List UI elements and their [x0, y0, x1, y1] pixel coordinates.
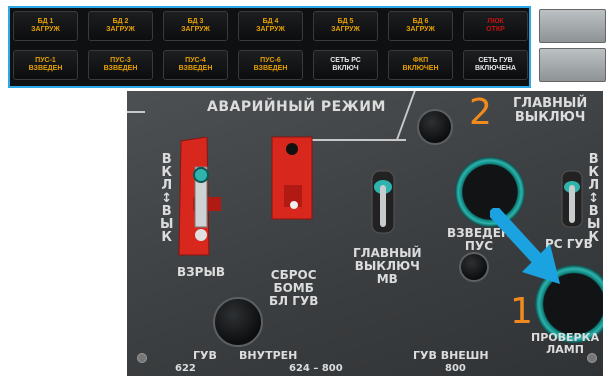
reset-bombs-label: СБРОС БОМБ БЛ ГУВ	[269, 268, 319, 308]
annunciator-lamp: ПУС-6 ВЗВЕДЕН	[238, 50, 303, 80]
arrow-icon	[490, 208, 560, 284]
panel-outline-mid	[302, 139, 406, 141]
label-622: 622	[175, 363, 196, 374]
step-number-1: 1	[510, 291, 533, 332]
main-switch-title: ГЛАВНЫЙ ВЫКЛЮЧ	[513, 96, 588, 125]
label-624-800: 624 – 800	[289, 363, 343, 374]
main-mv-toggle[interactable]	[371, 167, 397, 235]
internal-label: ВНУТРЕН	[239, 349, 298, 362]
annunciator-lamp: СЕТЬ РС ВКЛЮЧ	[313, 50, 378, 80]
annunciator-lamp: БД 4 ЗАГРУЖ	[238, 11, 303, 41]
annunciator-lamp: СЕТЬ ГУВ ВКЛЮЧЕНА	[463, 50, 528, 80]
panel-outline-right	[396, 91, 416, 139]
lamp-test-label: ПРОВЕРКА ЛАМП	[531, 331, 600, 356]
annunciator-lamp: БД 6 ЗАГРУЖ	[388, 11, 453, 41]
annunciator-lamp: БД 1 ЗАГРУЖ	[13, 11, 78, 41]
annunciator-lamp: БД 5 ЗАГРУЖ	[313, 11, 378, 41]
on-off-label-left: В К Л ↕ В Ы К	[160, 152, 174, 245]
annunciator-lamp: БД 2 ЗАГРУЖ	[88, 11, 153, 41]
step-number-2: 2	[469, 92, 492, 133]
panel-screw	[137, 353, 147, 363]
annunciator-lamp: БД 3 ЗАГРУЖ	[163, 11, 228, 41]
explode-guard-switch[interactable]	[175, 137, 235, 257]
emergency-mode-knob[interactable]	[417, 109, 453, 145]
annunciator-lamp: ФКП ВКЛЮЧЕН	[388, 50, 453, 80]
annunciator-lamp: ПУС-1 ВЗВЕДЕН	[13, 50, 78, 80]
panel-screw	[587, 353, 597, 363]
emergency-mode-title: АВАРИЙНЫЙ РЕЖИМ	[207, 99, 386, 115]
on-off-label-right: В К Л ↕ В Ы К	[587, 152, 601, 245]
spare-lamp-slot-bottom	[539, 48, 606, 82]
annunciator-lamp: ЛЮК ОТКР	[463, 11, 528, 41]
guv-selector-knob[interactable]	[213, 297, 263, 347]
main-mv-label: ГЛАВНЫЙ ВЫКЛЮЧ МВ	[353, 246, 422, 286]
rs-guv-knob[interactable]	[459, 252, 489, 282]
panel-outline-top	[127, 111, 145, 113]
explode-label: ВЗРЫВ	[177, 265, 226, 279]
annunciator-lamp: ПУС-3 ВЗВЕДЕН	[88, 50, 153, 80]
spare-lamp-slot-top	[539, 9, 606, 43]
reset-guard-switch[interactable]	[270, 135, 316, 221]
guv-external-label: ГУВ ВНЕШН	[413, 349, 489, 362]
guv-label: ГУВ	[193, 349, 217, 362]
annunciator-lamp: ПУС-4 ВЗВЕДЕН	[163, 50, 228, 80]
label-800: 800	[445, 363, 466, 374]
